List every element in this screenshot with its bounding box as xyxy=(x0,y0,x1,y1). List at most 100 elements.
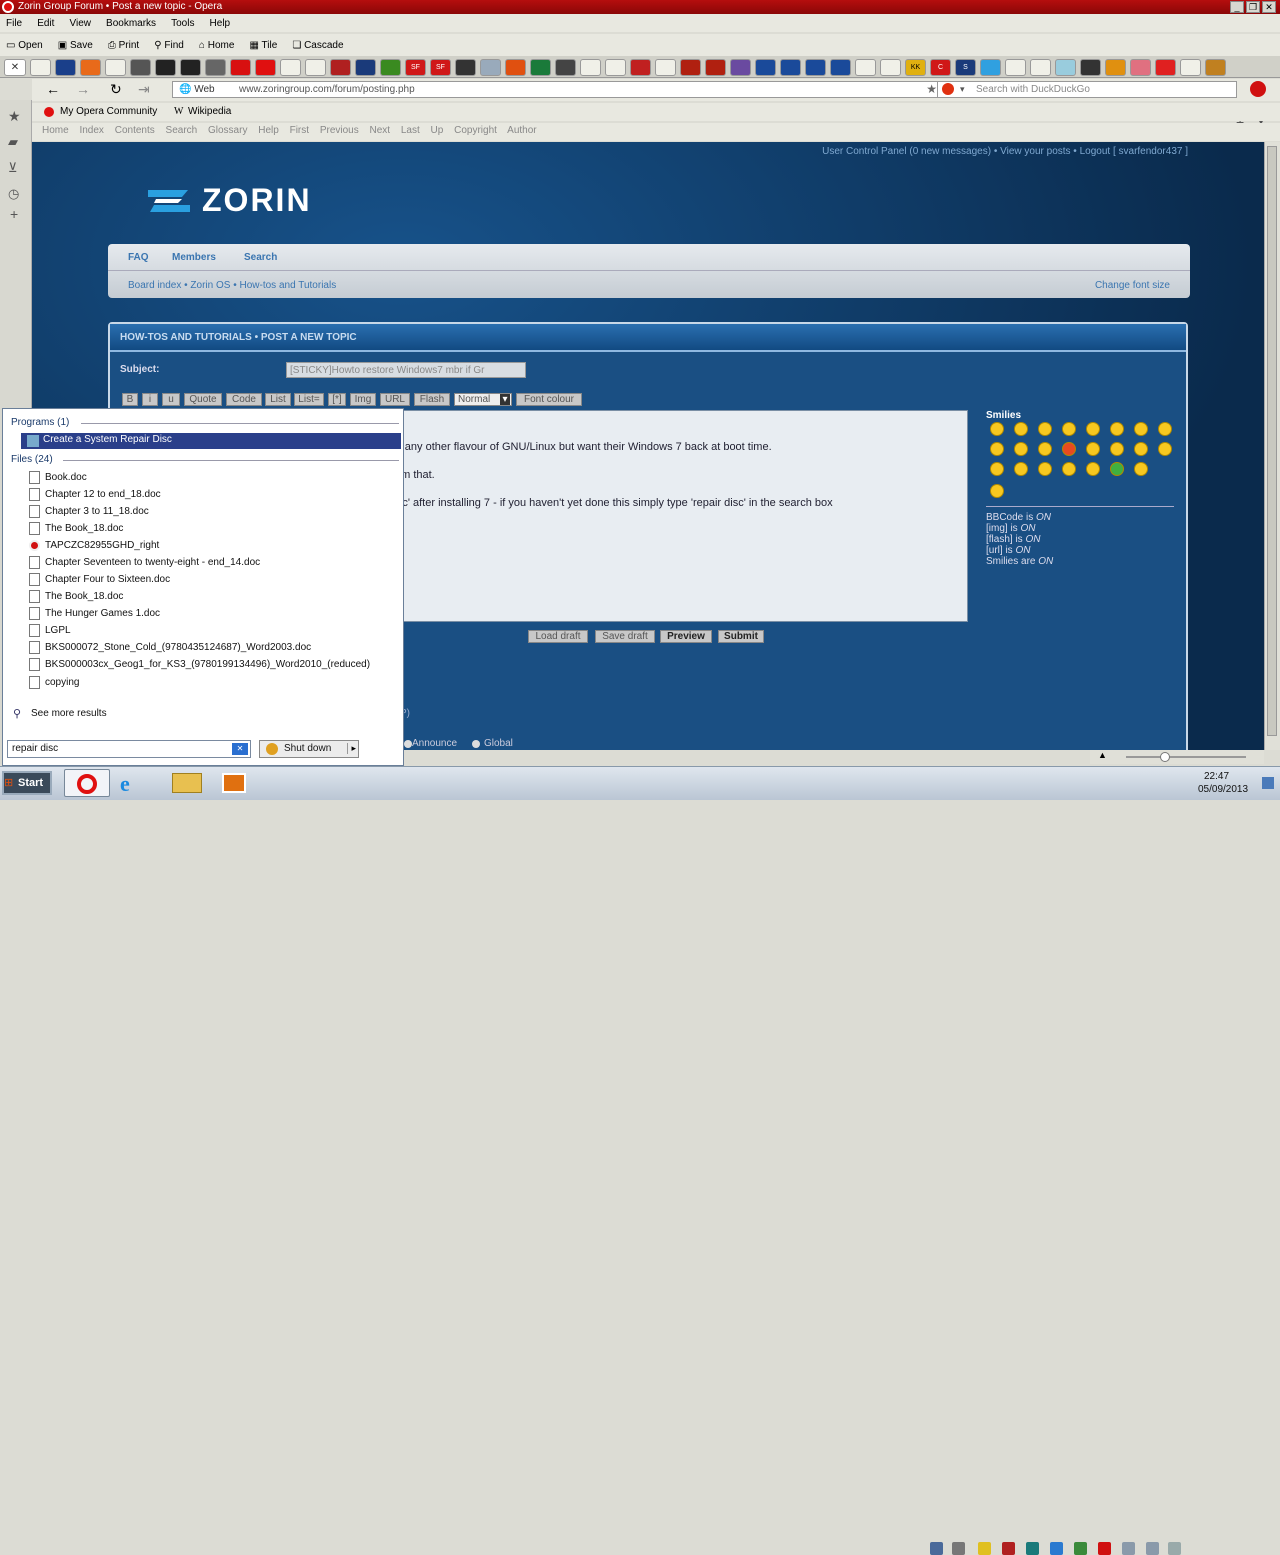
zoom-slider[interactable]: ▲ xyxy=(1090,750,1264,764)
fast-forward-icon[interactable]: ⇥ xyxy=(138,81,150,98)
list-item-button[interactable]: [*] xyxy=(328,393,346,406)
menu-view[interactable]: View xyxy=(69,18,91,29)
media-player-icon[interactable] xyxy=(222,773,246,793)
tab[interactable] xyxy=(655,59,676,76)
tab[interactable]: S xyxy=(955,59,976,76)
smiley-icon[interactable] xyxy=(990,442,1004,456)
zoom-handle[interactable] xyxy=(1160,752,1170,762)
shutdown-button[interactable]: Shut down ▸ xyxy=(259,740,359,758)
file-item[interactable]: TAPCZC82955GHD_right xyxy=(45,538,159,554)
search-link[interactable]: Search xyxy=(244,252,277,263)
tab[interactable] xyxy=(680,59,701,76)
nav-glossary[interactable]: Glossary xyxy=(208,125,247,136)
tab[interactable] xyxy=(380,59,401,76)
clear-search-icon[interactable]: ✕ xyxy=(232,743,248,755)
smiley-icon[interactable] xyxy=(1062,422,1076,436)
file-item[interactable]: Chapter Four to Sixteen.doc xyxy=(45,572,170,588)
clock-date[interactable]: 05/09/2013 xyxy=(1198,784,1248,795)
tab[interactable] xyxy=(555,59,576,76)
tab[interactable] xyxy=(55,59,76,76)
tab[interactable] xyxy=(630,59,651,76)
file-item[interactable]: Chapter 3 to 11_18.doc xyxy=(45,504,149,520)
nav-search[interactable]: Search xyxy=(166,125,198,136)
tab[interactable] xyxy=(530,59,551,76)
font-colour-button[interactable]: Font colour xyxy=(516,393,582,406)
tab[interactable] xyxy=(1180,59,1201,76)
restore-button[interactable]: ❐ xyxy=(1246,1,1260,13)
menu-tools[interactable]: Tools xyxy=(171,18,194,29)
bookmarks-star-icon[interactable]: ★ xyxy=(8,108,21,125)
nav-copyright[interactable]: Copyright xyxy=(454,125,497,136)
tab[interactable]: SF xyxy=(405,59,426,76)
tab[interactable] xyxy=(980,59,1001,76)
tab[interactable] xyxy=(880,59,901,76)
underline-button[interactable]: u xyxy=(162,393,180,406)
add-panel-icon[interactable]: + xyxy=(10,206,18,222)
file-item[interactable]: Chapter Seventeen to twenty-eight - end_… xyxy=(45,555,260,571)
smiley-icon[interactable] xyxy=(1110,442,1124,456)
italic-button[interactable]: i xyxy=(142,393,158,406)
user-links[interactable]: User Control Panel (0 new messages) • Vi… xyxy=(822,146,1188,157)
find-button[interactable]: ⚲ Find xyxy=(154,40,184,51)
file-item[interactable]: LGPL xyxy=(45,623,71,639)
smiley-icon[interactable] xyxy=(1086,442,1100,456)
speaker-icon[interactable] xyxy=(1146,1542,1159,1555)
scroll-up-icon[interactable]: ▲ xyxy=(1098,750,1107,760)
forward-icon[interactable]: → xyxy=(76,81,90,97)
tab[interactable] xyxy=(455,59,476,76)
opera-logo-icon[interactable] xyxy=(2,1,14,13)
bookmark-wikipedia[interactable]: Wikipedia xyxy=(188,103,231,121)
preview-button[interactable]: Preview xyxy=(660,630,712,643)
opera-menu-icon[interactable] xyxy=(1250,81,1266,97)
bookmark-my-opera[interactable]: My Opera Community xyxy=(60,103,157,121)
smiley-icon[interactable] xyxy=(1158,442,1172,456)
tab[interactable] xyxy=(1005,59,1026,76)
clock-time[interactable]: 22:47 xyxy=(1204,771,1229,782)
announce-radio[interactable] xyxy=(404,740,412,748)
tab[interactable] xyxy=(130,59,151,76)
nav-up[interactable]: Up xyxy=(431,125,444,136)
tab[interactable] xyxy=(805,59,826,76)
file-item[interactable]: The Book_18.doc xyxy=(45,521,123,537)
tab[interactable] xyxy=(1080,59,1101,76)
scrollbar-thumb[interactable] xyxy=(1267,146,1277,736)
load-draft-button[interactable]: Load draft xyxy=(528,630,588,643)
smiley-icon[interactable] xyxy=(1014,422,1028,436)
tab[interactable] xyxy=(230,59,251,76)
faq-link[interactable]: FAQ xyxy=(128,252,149,263)
tab[interactable] xyxy=(155,59,176,76)
open-button[interactable]: ▭ Open xyxy=(6,40,43,51)
save-draft-button[interactable]: Save draft xyxy=(595,630,655,643)
img-button[interactable]: Img xyxy=(350,393,376,406)
tray-icon[interactable] xyxy=(952,1542,965,1555)
tab[interactable] xyxy=(1205,59,1226,76)
tab[interactable] xyxy=(1155,59,1176,76)
smiley-icon[interactable] xyxy=(1062,442,1076,456)
file-item[interactable]: The Book_18.doc xyxy=(45,589,123,605)
nav-contents[interactable]: Contents xyxy=(115,125,155,136)
smiley-icon[interactable] xyxy=(1134,462,1148,476)
tab[interactable] xyxy=(755,59,776,76)
submit-button[interactable]: Submit xyxy=(718,630,764,643)
tab[interactable] xyxy=(505,59,526,76)
downloads-icon[interactable]: ⊻ xyxy=(8,160,18,176)
bold-button[interactable]: B xyxy=(122,393,138,406)
program-item[interactable]: Create a System Repair Disc xyxy=(21,433,401,449)
zorin-logo-icon[interactable] xyxy=(146,186,192,216)
smiley-icon[interactable] xyxy=(1038,462,1052,476)
nav-first[interactable]: First xyxy=(290,125,309,136)
file-item[interactable]: Book.doc xyxy=(45,470,87,486)
smiley-icon[interactable] xyxy=(1134,422,1148,436)
reload-icon[interactable]: ↻ xyxy=(110,81,122,98)
file-item[interactable]: BKS000003cx_Geog1_for_KS3_(9780199134496… xyxy=(45,657,370,673)
tab[interactable] xyxy=(780,59,801,76)
smiley-icon[interactable] xyxy=(1134,442,1148,456)
smiley-icon[interactable] xyxy=(1158,422,1172,436)
smiley-icon[interactable] xyxy=(1038,422,1052,436)
history-clock-icon[interactable]: ◷ xyxy=(8,186,19,202)
taskbar-opera-button[interactable] xyxy=(64,769,110,797)
tab[interactable] xyxy=(1055,59,1076,76)
tray-icon[interactable] xyxy=(1074,1542,1087,1555)
tab[interactable] xyxy=(830,59,851,76)
network-icon[interactable] xyxy=(1122,1542,1135,1555)
